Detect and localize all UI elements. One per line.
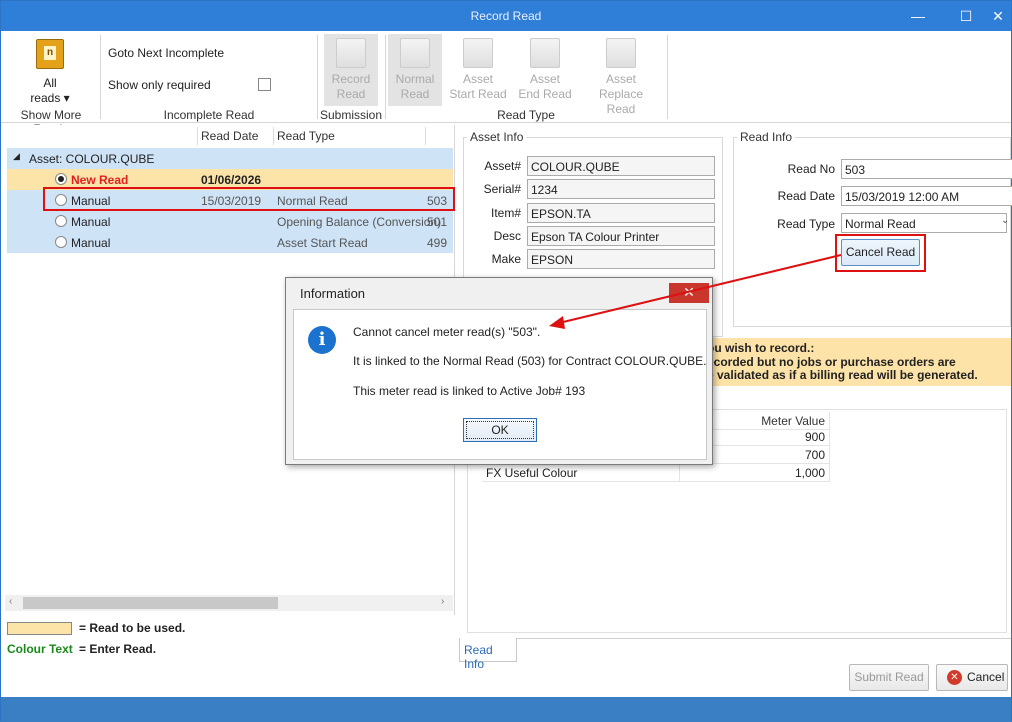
arrow-head bbox=[549, 316, 565, 329]
record-read-window: Record Read — ☐ ✕ n All reads ▾ Show Mor… bbox=[0, 0, 1012, 721]
arrow-line bbox=[558, 254, 842, 324]
annotation-arrow bbox=[549, 254, 842, 329]
